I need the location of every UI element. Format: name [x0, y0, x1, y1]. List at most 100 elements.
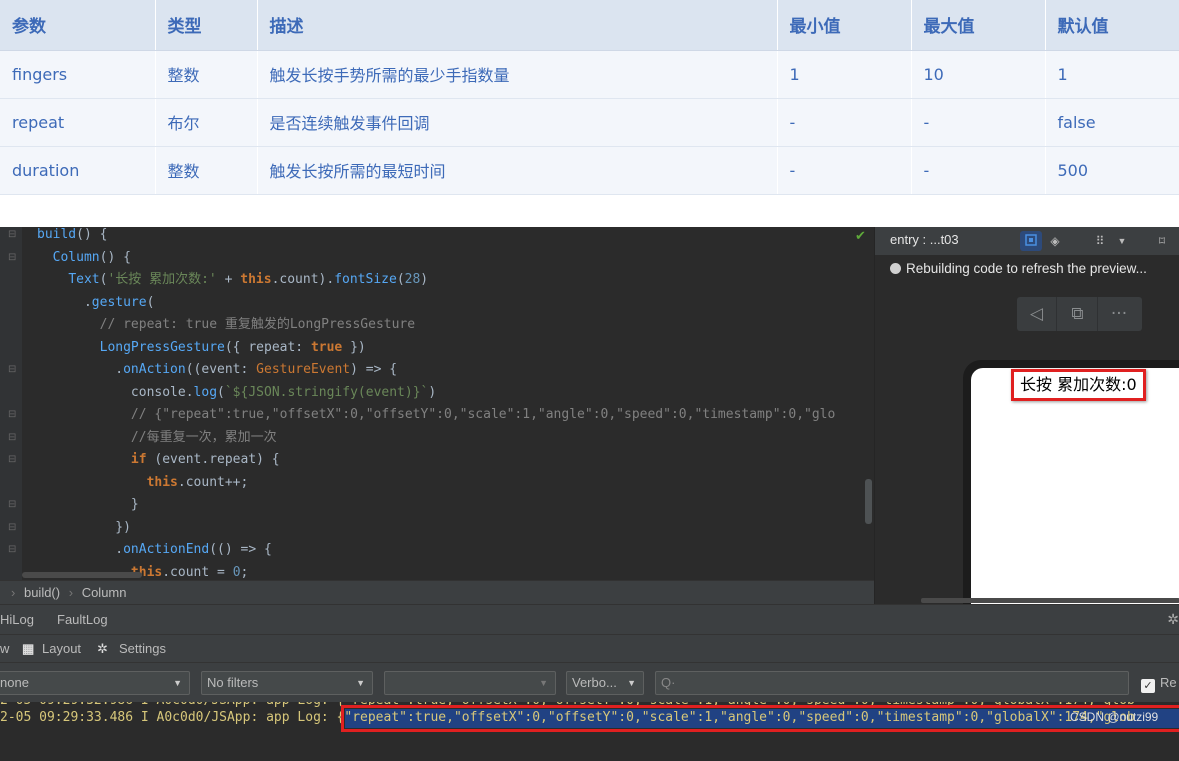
device-select[interactable]: none ▼ [0, 671, 190, 695]
header-desc: 描述 [257, 0, 778, 51]
check-icon: ✔ [855, 229, 866, 244]
chevron-down-icon: ▼ [539, 678, 548, 688]
gear-icon[interactable]: ✲ [1167, 605, 1179, 634]
view-button[interactable]: w [0, 635, 9, 662]
code-line[interactable]: Text('长按 累加次数:' + this.count).fontSize(2… [37, 269, 428, 291]
code-line[interactable]: } [37, 494, 139, 516]
editor-scrollbar[interactable] [865, 479, 872, 524]
code-line[interactable]: // repeat: true 重复触发的LongPressGesture [37, 314, 415, 336]
log-highlight-box [341, 705, 1179, 732]
process-select[interactable]: ▼ [384, 671, 556, 695]
fold-icon[interactable]: ⊟ [8, 494, 17, 516]
code-line[interactable]: .onAction((event: GestureEvent) => { [37, 359, 397, 381]
chevron-down-icon: ▼ [356, 678, 365, 688]
breadcrumb-separator-icon: › [68, 585, 74, 600]
table-cell: 10 [911, 50, 1046, 99]
table-cell: repeat [0, 98, 156, 147]
breadcrumb-item-column[interactable]: Column [82, 585, 127, 600]
breadcrumb-item-build[interactable]: build() [24, 585, 60, 600]
fold-icon[interactable]: ⊟ [8, 247, 17, 269]
device-nav-controls: ◁ ⧉ ··· [1017, 297, 1142, 331]
device-screen[interactable]: 长按 累加次数:0 [971, 368, 1179, 608]
filter-select-value: No filters [207, 675, 259, 690]
rebuild-notice: Rebuilding code to refresh the preview..… [875, 257, 1179, 281]
breadcrumb-separator-icon: › [11, 585, 16, 600]
code-line[interactable]: .onActionEnd(() => { [37, 539, 272, 561]
counter-text[interactable]: 长按 累加次数:0 [1011, 369, 1146, 401]
fold-icon[interactable]: ⊟ [8, 517, 17, 539]
code-line[interactable]: //每重复一次，累加一次 [37, 427, 277, 449]
fold-icon[interactable]: ⊟ [8, 427, 17, 449]
table-cell: - [777, 98, 912, 147]
code-line[interactable]: console.log(`${JSON.stringify(event)}`) [37, 382, 436, 404]
fold-icon[interactable]: ⊟ [8, 539, 17, 561]
table-cell: 触发长按手势所需的最少手指数量 [257, 50, 778, 99]
breadcrumb: › build() › Column [0, 580, 874, 604]
previewer-title[interactable]: entry : ...t03 [890, 232, 959, 247]
search-input[interactable]: Q· [655, 671, 1129, 695]
back-icon[interactable]: ◁ [1017, 297, 1057, 331]
fold-icon[interactable]: ⊟ [8, 227, 17, 246]
fold-icon[interactable]: ⊟ [8, 449, 17, 471]
table-cell: duration [0, 146, 156, 195]
table-header-row: 参数 类型 描述 最小值 最大值 默认值 [0, 0, 1179, 51]
filter-select[interactable]: No filters ▼ [201, 671, 373, 695]
editor-horizontal-scrollbar[interactable] [22, 572, 142, 578]
tab-faultlog[interactable]: FaultLog [57, 605, 108, 634]
settings-button[interactable]: Settings [119, 635, 166, 662]
log-panel: HiLog FaultLog ✲ w ▦ Layout ✲ Settings n… [0, 604, 1179, 761]
table-cell: 整数 [155, 146, 258, 195]
device-select-value: none [0, 675, 29, 690]
previewer-panel: entry : ...t03 ◈ ⠿ ▼ ⌑ Rebuilding code t… [874, 227, 1179, 610]
rotate-icon[interactable]: ⧉ [1058, 297, 1098, 331]
table-cell: 是否连续触发事件回调 [257, 98, 778, 147]
inspector-icon[interactable] [1020, 231, 1042, 251]
tab-hilog[interactable]: HiLog [0, 605, 34, 634]
level-select-value: Verbo... [572, 675, 617, 690]
table-cell: 1 [1045, 50, 1179, 99]
device-frame: 长按 累加次数:0 [963, 360, 1179, 610]
chevron-down-icon[interactable]: ▼ [1111, 231, 1133, 251]
code-line[interactable]: }) [37, 517, 131, 539]
search-icon: Q· [661, 675, 676, 690]
level-select[interactable]: Verbo... ▼ [566, 671, 644, 695]
layout-button[interactable]: Layout [42, 635, 81, 662]
regex-checkbox[interactable]: ✓ Re [1141, 671, 1177, 695]
table-cell: fingers [0, 50, 156, 99]
more-icon[interactable]: ··· [1099, 297, 1139, 331]
code-line[interactable]: .gesture( [37, 292, 154, 314]
header-default: 默认值 [1045, 0, 1179, 51]
chevron-down-icon: ▼ [627, 678, 636, 688]
watermark: CSDN @nutzi99 [1070, 710, 1159, 724]
code-line[interactable]: this.count++; [37, 472, 249, 494]
previewer-toolbar: entry : ...t03 ◈ ⠿ ▼ ⌑ [875, 227, 1179, 255]
header-max: 最大值 [911, 0, 1046, 51]
parameter-table: 参数 类型 描述 最小值 最大值 默认值 fingers 整数 触发长按手势所需… [0, 0, 1179, 208]
code-editor[interactable]: build() { ⊟ Column() { ⊟ Text('长按 累加次数:' +… [0, 227, 874, 580]
code-line[interactable]: // {"repeat":true,"offsetX":0,"offsetY":… [37, 404, 835, 426]
header-min: 最小值 [777, 0, 912, 51]
fold-icon[interactable]: ⊟ [8, 404, 17, 426]
table-cell: false [1045, 98, 1179, 147]
log-output[interactable]: 2-05 09:29:32.986 I A0c0d0/JSApp: app Lo… [0, 702, 1179, 761]
settings-icon: ✲ [97, 641, 108, 656]
table-cell: 触发长按所需的最短时间 [257, 146, 778, 195]
ide-window: build() { ⊟ Column() { ⊟ Text('长按 累加次数:' +… [0, 227, 1179, 761]
table-cell: - [777, 146, 912, 195]
code-line[interactable]: Column() { [37, 247, 131, 269]
table-cell: 500 [1045, 146, 1179, 195]
fold-icon[interactable]: ⊟ [8, 359, 17, 381]
code-line[interactable]: if (event.repeat) { [37, 449, 280, 471]
layout-icon: ▦ [22, 641, 35, 656]
layers-icon[interactable]: ◈ [1044, 231, 1066, 251]
check-icon: ✓ [1141, 679, 1155, 693]
log-filter-bar: none ▼ No filters ▼ ▼ Verbo... ▼ Q· ✓ Re [0, 662, 1179, 702]
code-line[interactable]: LongPressGesture({ repeat: true }) [37, 337, 366, 359]
rebuild-notice-text: Rebuilding code to refresh the preview..… [906, 261, 1147, 276]
chevron-down-icon: ▼ [173, 678, 182, 688]
grid-icon[interactable]: ⠿ [1089, 231, 1111, 251]
code-line[interactable]: build() { [37, 227, 107, 246]
previewer-scrollbar[interactable] [921, 598, 1179, 603]
window-icon[interactable]: ⌑ [1151, 231, 1173, 251]
header-param: 参数 [0, 0, 156, 51]
